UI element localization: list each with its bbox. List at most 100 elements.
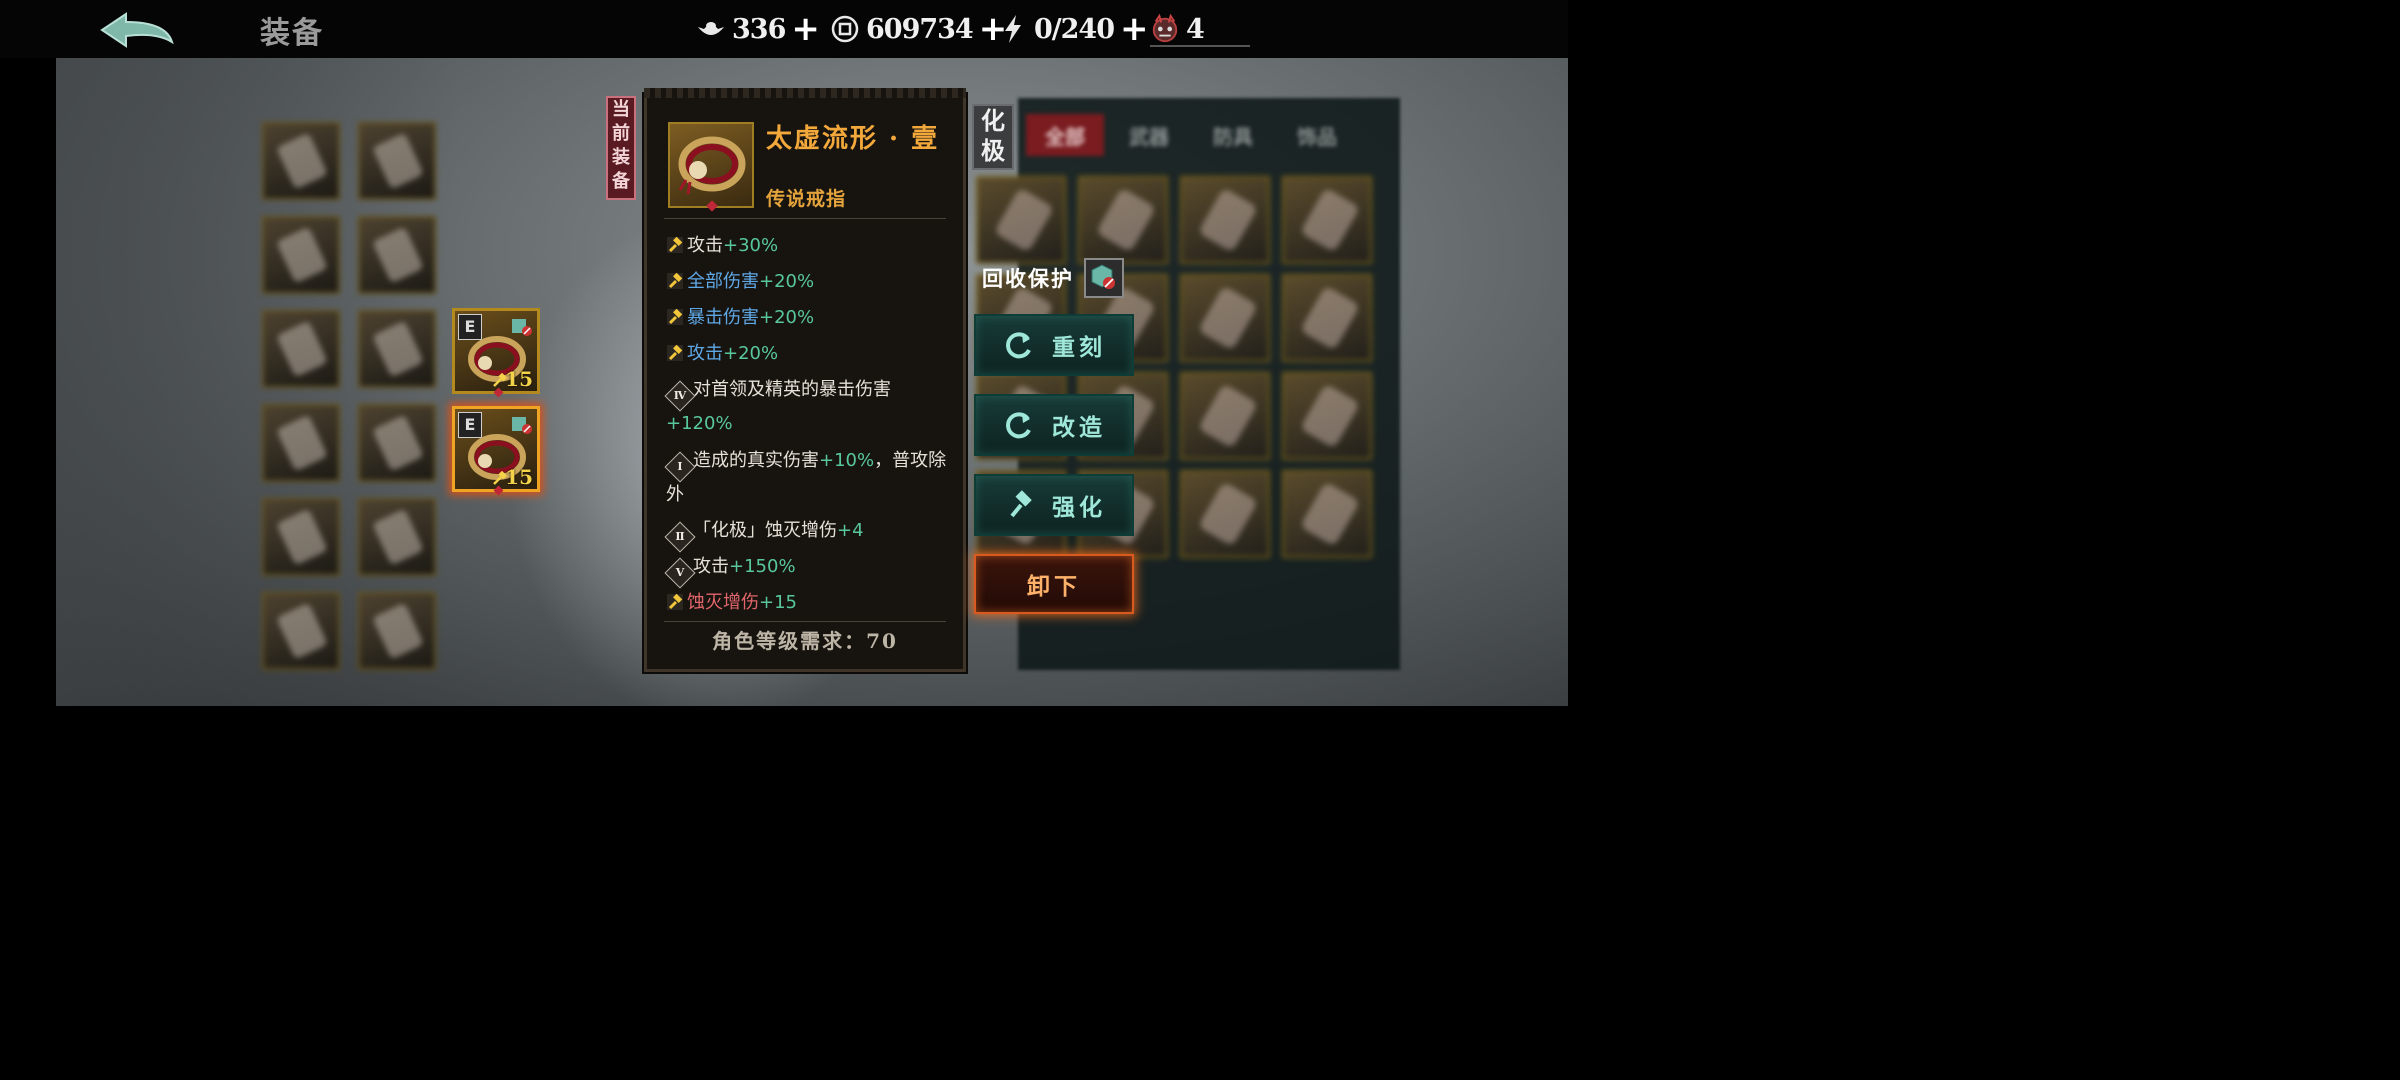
enhance-label: 强化 [1052,494,1106,521]
unequip-label: 卸下 [1027,573,1081,600]
modify-button[interactable]: 改造 [974,394,1134,456]
attribute-row: 攻击+20% [666,337,956,371]
tag-char: 装 [612,147,630,168]
equip-slot[interactable] [262,310,340,388]
hammer-icon [667,236,683,253]
stamina-count: 0/240 [1034,13,1115,45]
attribute-value: +20% [759,271,815,292]
equip-slot[interactable] [262,592,340,670]
top-bar: 装备 336 + 609734 + 0/240 + 4 [0,0,1568,58]
equip-slot[interactable] [262,498,340,576]
page-title: 装备 [260,16,324,51]
add-stamina-button[interactable]: + [1120,12,1149,46]
attribute-value: +10% [819,450,875,471]
inventory-slot[interactable] [1282,274,1372,362]
attribute-label: 攻击 [693,556,729,577]
inventory-slot[interactable] [976,176,1066,264]
inventory-slot[interactable] [1180,470,1270,558]
inventory-slot[interactable] [1180,176,1270,264]
attribute-row: Ⅱ 「化极」蚀灭增伤+4 [664,514,956,553]
back-arrow-icon[interactable] [96,8,180,52]
ring-candidate-2[interactable]: E 15 [452,406,540,496]
attribute-label: 蚀灭增伤 [687,592,759,613]
inventory-slot[interactable] [1078,176,1168,264]
coin-icon [830,14,860,44]
demon-mask-icon [1150,13,1180,44]
attribute-value: +30% [723,235,779,256]
tag-char: 备 [612,171,630,192]
rune-icon: Ⅴ [664,557,696,589]
hammer-icon [667,344,683,361]
attribute-label: 造成的真实伤害 [693,450,819,471]
tab-all[interactable]: 全部 [1026,114,1104,156]
refresh-icon [1006,332,1031,359]
ingot-icon [696,14,726,44]
equip-slot[interactable] [358,498,436,576]
attribute-row: 攻击+30% [666,229,956,263]
recycle-protection-toggle[interactable] [1084,258,1124,298]
attribute-row: 全部伤害+20% [666,265,956,299]
attribute-value: +20% [759,307,815,328]
rune-icon: Ⅰ [664,451,696,483]
equip-slot[interactable] [358,216,436,294]
tab-weapon[interactable]: 武器 [1110,114,1188,156]
recycle-protection: 回收保护 [982,258,1124,298]
rune-icon: Ⅱ [664,521,696,553]
mask-count: 4 [1186,13,1205,45]
tag-char: 当 [612,99,630,120]
refresh-icon [1006,412,1031,439]
attribute-row: 暴击伤害+20% [666,301,956,335]
inventory-slot[interactable] [1180,372,1270,460]
attribute-value: +15 [759,592,797,613]
equip-slot[interactable] [358,592,436,670]
attribute-label: 暴击伤害 [687,307,759,328]
recarve-label: 重刻 [1052,334,1106,361]
recarve-button[interactable]: 重刻 [974,314,1134,376]
tab-armor[interactable]: 防具 [1194,114,1272,156]
equip-slot[interactable] [262,122,340,200]
huaji-badge[interactable]: 化 极 [972,104,1014,170]
equip-slot[interactable] [358,122,436,200]
inventory-slot[interactable] [1282,176,1372,264]
badge-char: 极 [981,136,1005,165]
equipped-slots-grid [262,122,436,670]
attribute-row: Ⅰ 造成的真实伤害+10%，普攻除外 [664,444,956,512]
lock-box-icon [1091,264,1115,289]
hammer-icon [667,272,683,289]
attribute-row: Ⅴ 攻击+150% [664,550,956,589]
attribute-label: 攻击 [687,235,723,256]
equip-slot[interactable] [358,310,436,388]
item-icon [668,122,754,208]
unequip-button[interactable]: 卸下 [974,554,1134,614]
inventory-tabs: 全部 武器 防具 饰品 [1026,114,1356,156]
attribute-value: +150% [729,556,796,577]
resource-underline [1150,45,1250,47]
add-ingot-button[interactable]: + [791,12,820,46]
tab-accessory[interactable]: 饰品 [1278,114,1356,156]
ring-level: 15 [505,465,533,489]
inventory-slot[interactable] [1180,274,1270,362]
attribute-label: 攻击 [687,343,723,364]
hammer-icon [667,308,683,325]
divider [664,218,946,219]
enhance-button[interactable]: 强化 [974,474,1134,536]
attribute-value: +4 [837,520,864,541]
badge-char: 化 [981,106,1005,135]
tag-char: 前 [612,123,630,144]
attribute-row: Ⅳ 对首领及精英的暴击伤害 +120% [664,373,956,441]
ring-candidate-1[interactable]: E 15 [452,308,540,398]
hammer-icon [667,593,683,610]
equip-slot[interactable] [262,404,340,482]
inventory-slot[interactable] [1282,470,1372,558]
equip-slot[interactable] [358,404,436,482]
current-equipment-tag: 当 前 装 备 [606,96,636,200]
item-detail-panel: 太虚流形 · 壹 传说戒指 攻击+30% 全部伤害+20% 暴击伤害+20% 攻… [644,88,966,672]
equip-slot[interactable] [262,216,340,294]
divider [664,621,946,622]
inventory-slot[interactable] [1282,372,1372,460]
attribute-label: 对首领及精英的暴击伤害 [693,379,891,400]
item-name: 太虚流形 · 壹 [766,124,940,154]
lightning-icon [998,14,1028,44]
stamina-resource: 0/240 + [998,12,1149,46]
rune-icon: Ⅳ [664,380,696,412]
